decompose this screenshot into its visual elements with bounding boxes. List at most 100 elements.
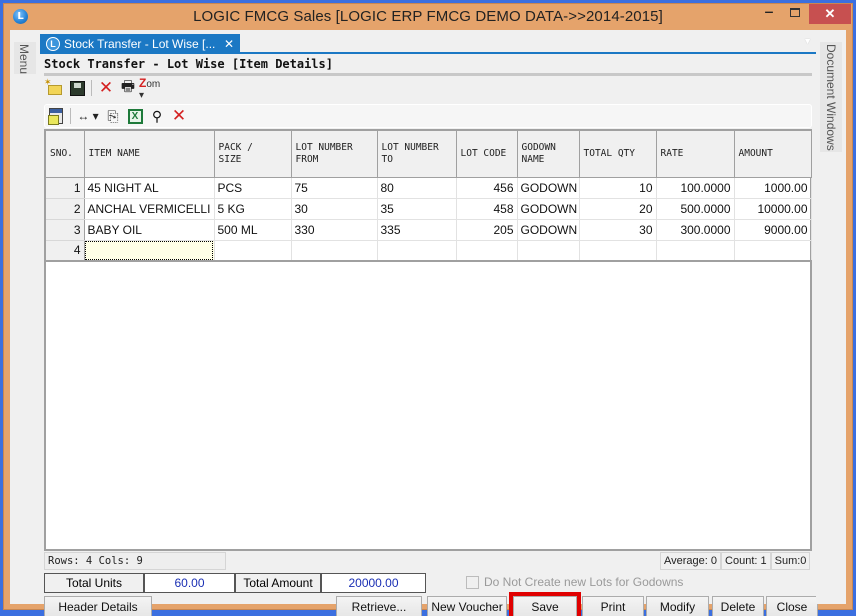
save-toolbar-button[interactable] bbox=[66, 78, 88, 98]
maximize-button[interactable] bbox=[782, 4, 808, 24]
cell-rate[interactable]: 300.0000 bbox=[656, 219, 735, 241]
copy-button[interactable]: ⎘ bbox=[102, 106, 124, 126]
grid-row-col-status: Rows: 4 Cols: 9 bbox=[44, 552, 226, 570]
cell-lot-from[interactable]: 30 bbox=[291, 198, 378, 220]
grid-aggregate-status: Average: 0 Count: 1 Sum:0 bbox=[660, 552, 811, 570]
print-button[interactable]: Print bbox=[582, 596, 644, 616]
find-button[interactable]: ⚲ bbox=[146, 106, 168, 126]
header-details-button[interactable]: Header Details bbox=[44, 596, 152, 616]
cell-lot-from[interactable] bbox=[291, 240, 378, 262]
delete-button[interactable]: Delete bbox=[712, 596, 764, 616]
cell-item-name[interactable]: 45 NIGHT AL bbox=[84, 177, 215, 199]
cell-lot-to[interactable] bbox=[377, 240, 457, 262]
item-grid[interactable]: SNO. ITEM NAME PACK / SIZE LOT NUMBER FROM… bbox=[44, 129, 812, 551]
cell-godown[interactable] bbox=[517, 240, 580, 262]
cell-qty[interactable]: 10 bbox=[579, 177, 657, 199]
total-units-value: 60.00 bbox=[144, 573, 235, 593]
retrieve-button[interactable]: Retrieve... bbox=[336, 596, 422, 616]
cell-godown[interactable]: GODOWN bbox=[517, 177, 580, 199]
cell-item-name[interactable]: ANCHAL VERMICELLI bbox=[84, 198, 215, 220]
logic-tab-icon: L bbox=[46, 37, 60, 51]
cell-pack-size[interactable]: 500 ML bbox=[214, 219, 292, 241]
column-header-lot-from[interactable]: LOT NUMBER FROM bbox=[291, 131, 378, 178]
cell-rate[interactable]: 100.0000 bbox=[656, 177, 735, 199]
main-toolbar: ✕ 🖶 Zom ▾ bbox=[44, 75, 344, 101]
minimize-button[interactable]: ‒ bbox=[756, 4, 782, 24]
cell-lot-from[interactable]: 75 bbox=[291, 177, 378, 199]
cell-pack-size[interactable] bbox=[214, 240, 292, 262]
cell-sno[interactable]: 3 bbox=[46, 219, 85, 241]
cell-lot-code[interactable] bbox=[456, 240, 518, 262]
cell-amount[interactable]: 1000.00 bbox=[734, 177, 812, 199]
cell-lot-from[interactable]: 330 bbox=[291, 219, 378, 241]
toolbar-separator bbox=[70, 108, 71, 124]
cell-godown[interactable]: GODOWN bbox=[517, 198, 580, 220]
tab-close-icon[interactable]: ✕ bbox=[224, 34, 234, 54]
cell-godown[interactable]: GODOWN bbox=[517, 219, 580, 241]
table-row[interactable]: 2 ANCHAL VERMICELLI 5 KG 30 35 458 GODOW… bbox=[46, 198, 812, 220]
menu-panel-label[interactable]: Menu bbox=[17, 44, 31, 74]
zoom-icon: Zom ▾ bbox=[139, 75, 161, 101]
export-excel-button[interactable]: X bbox=[124, 106, 146, 126]
cell-amount[interactable] bbox=[734, 240, 812, 262]
client-area: Menu L Stock Transfer - Lot Wise [... ✕ … bbox=[10, 30, 846, 616]
title-bar[interactable]: L LOGIC FMCG Sales [LOGIC ERP FMCG DEMO … bbox=[4, 4, 852, 30]
zoom-dropdown-button[interactable]: Zom ▾ bbox=[139, 75, 167, 101]
cell-lot-code[interactable]: 458 bbox=[456, 198, 518, 220]
total-amount-label: Total Amount bbox=[235, 573, 321, 593]
cell-lot-code[interactable]: 456 bbox=[456, 177, 518, 199]
cell-sno[interactable]: 2 bbox=[46, 198, 85, 220]
new-voucher-button[interactable]: New Voucher bbox=[427, 596, 507, 616]
close-icon: ✕ bbox=[824, 6, 836, 21]
tab-stock-transfer[interactable]: L Stock Transfer - Lot Wise [... ✕ bbox=[40, 34, 240, 54]
cell-pack-size[interactable]: 5 KG bbox=[214, 198, 292, 220]
delete-toolbar-button[interactable]: ✕ bbox=[95, 78, 117, 98]
cell-sno[interactable]: 4 bbox=[46, 240, 85, 262]
column-header-amount[interactable]: AMOUNT bbox=[734, 131, 812, 178]
column-header-sno[interactable]: SNO. bbox=[46, 131, 85, 178]
cell-lot-to[interactable]: 35 bbox=[377, 198, 457, 220]
total-amount-value: 20000.00 bbox=[321, 573, 426, 593]
cell-item-name[interactable]: BABY OIL bbox=[84, 219, 215, 241]
column-width-dropdown[interactable]: ↔ ▾ bbox=[74, 106, 102, 126]
cell-lot-to[interactable]: 80 bbox=[377, 177, 457, 199]
new-button[interactable] bbox=[44, 77, 66, 98]
cell-rate[interactable] bbox=[656, 240, 735, 262]
form-view-button[interactable] bbox=[45, 106, 67, 126]
column-header-godown-name[interactable]: GODOWN NAME bbox=[517, 131, 580, 178]
no-new-lots-checkbox[interactable] bbox=[466, 575, 479, 589]
table-row[interactable]: 3 BABY OIL 500 ML 330 335 205 GODOWN 30 … bbox=[46, 219, 812, 241]
table-row[interactable]: 1 45 NIGHT AL PCS 75 80 456 GODOWN 10 10… bbox=[46, 177, 812, 199]
column-header-item-name[interactable]: ITEM NAME bbox=[84, 131, 215, 178]
cell-qty[interactable]: 30 bbox=[579, 219, 657, 241]
cell-sno[interactable]: 1 bbox=[46, 177, 85, 199]
close-button[interactable]: Close bbox=[766, 596, 818, 616]
table-row-new[interactable]: 4 bbox=[46, 240, 812, 262]
column-header-lot-code[interactable]: LOT CODE bbox=[456, 131, 518, 178]
modify-button[interactable]: Modify bbox=[646, 596, 709, 616]
close-window-button[interactable]: ✕ bbox=[809, 4, 851, 24]
remove-row-button[interactable]: ✕ bbox=[168, 106, 190, 126]
save-button[interactable]: Save bbox=[509, 592, 581, 616]
cell-qty[interactable]: 20 bbox=[579, 198, 657, 220]
column-header-total-qty[interactable]: TOTAL QTY bbox=[579, 131, 657, 178]
app-window: L LOGIC FMCG Sales [LOGIC ERP FMCG DEMO … bbox=[3, 3, 853, 616]
column-header-pack-size[interactable]: PACK / SIZE bbox=[214, 131, 292, 178]
cell-amount[interactable]: 9000.00 bbox=[734, 219, 812, 241]
status-sum: Sum:0 bbox=[770, 552, 811, 570]
cell-rate[interactable]: 500.0000 bbox=[656, 198, 735, 220]
cell-qty[interactable] bbox=[579, 240, 657, 262]
maximize-icon bbox=[790, 8, 800, 17]
cell-amount[interactable]: 10000.00 bbox=[734, 198, 812, 220]
column-header-rate[interactable]: RATE bbox=[656, 131, 735, 178]
tab-dropdown-icon[interactable]: ▼ bbox=[803, 36, 812, 46]
new-icon bbox=[44, 77, 62, 95]
total-units-label: Total Units bbox=[44, 573, 144, 593]
cell-item-name-active[interactable] bbox=[84, 240, 215, 262]
cell-lot-code[interactable]: 205 bbox=[456, 219, 518, 241]
cell-pack-size[interactable]: PCS bbox=[214, 177, 292, 199]
document-windows-label[interactable]: Document Windows bbox=[824, 44, 838, 151]
column-header-lot-to[interactable]: LOT NUMBER TO bbox=[377, 131, 457, 178]
cell-lot-to[interactable]: 335 bbox=[377, 219, 457, 241]
print-toolbar-button[interactable]: 🖶 bbox=[117, 78, 139, 98]
